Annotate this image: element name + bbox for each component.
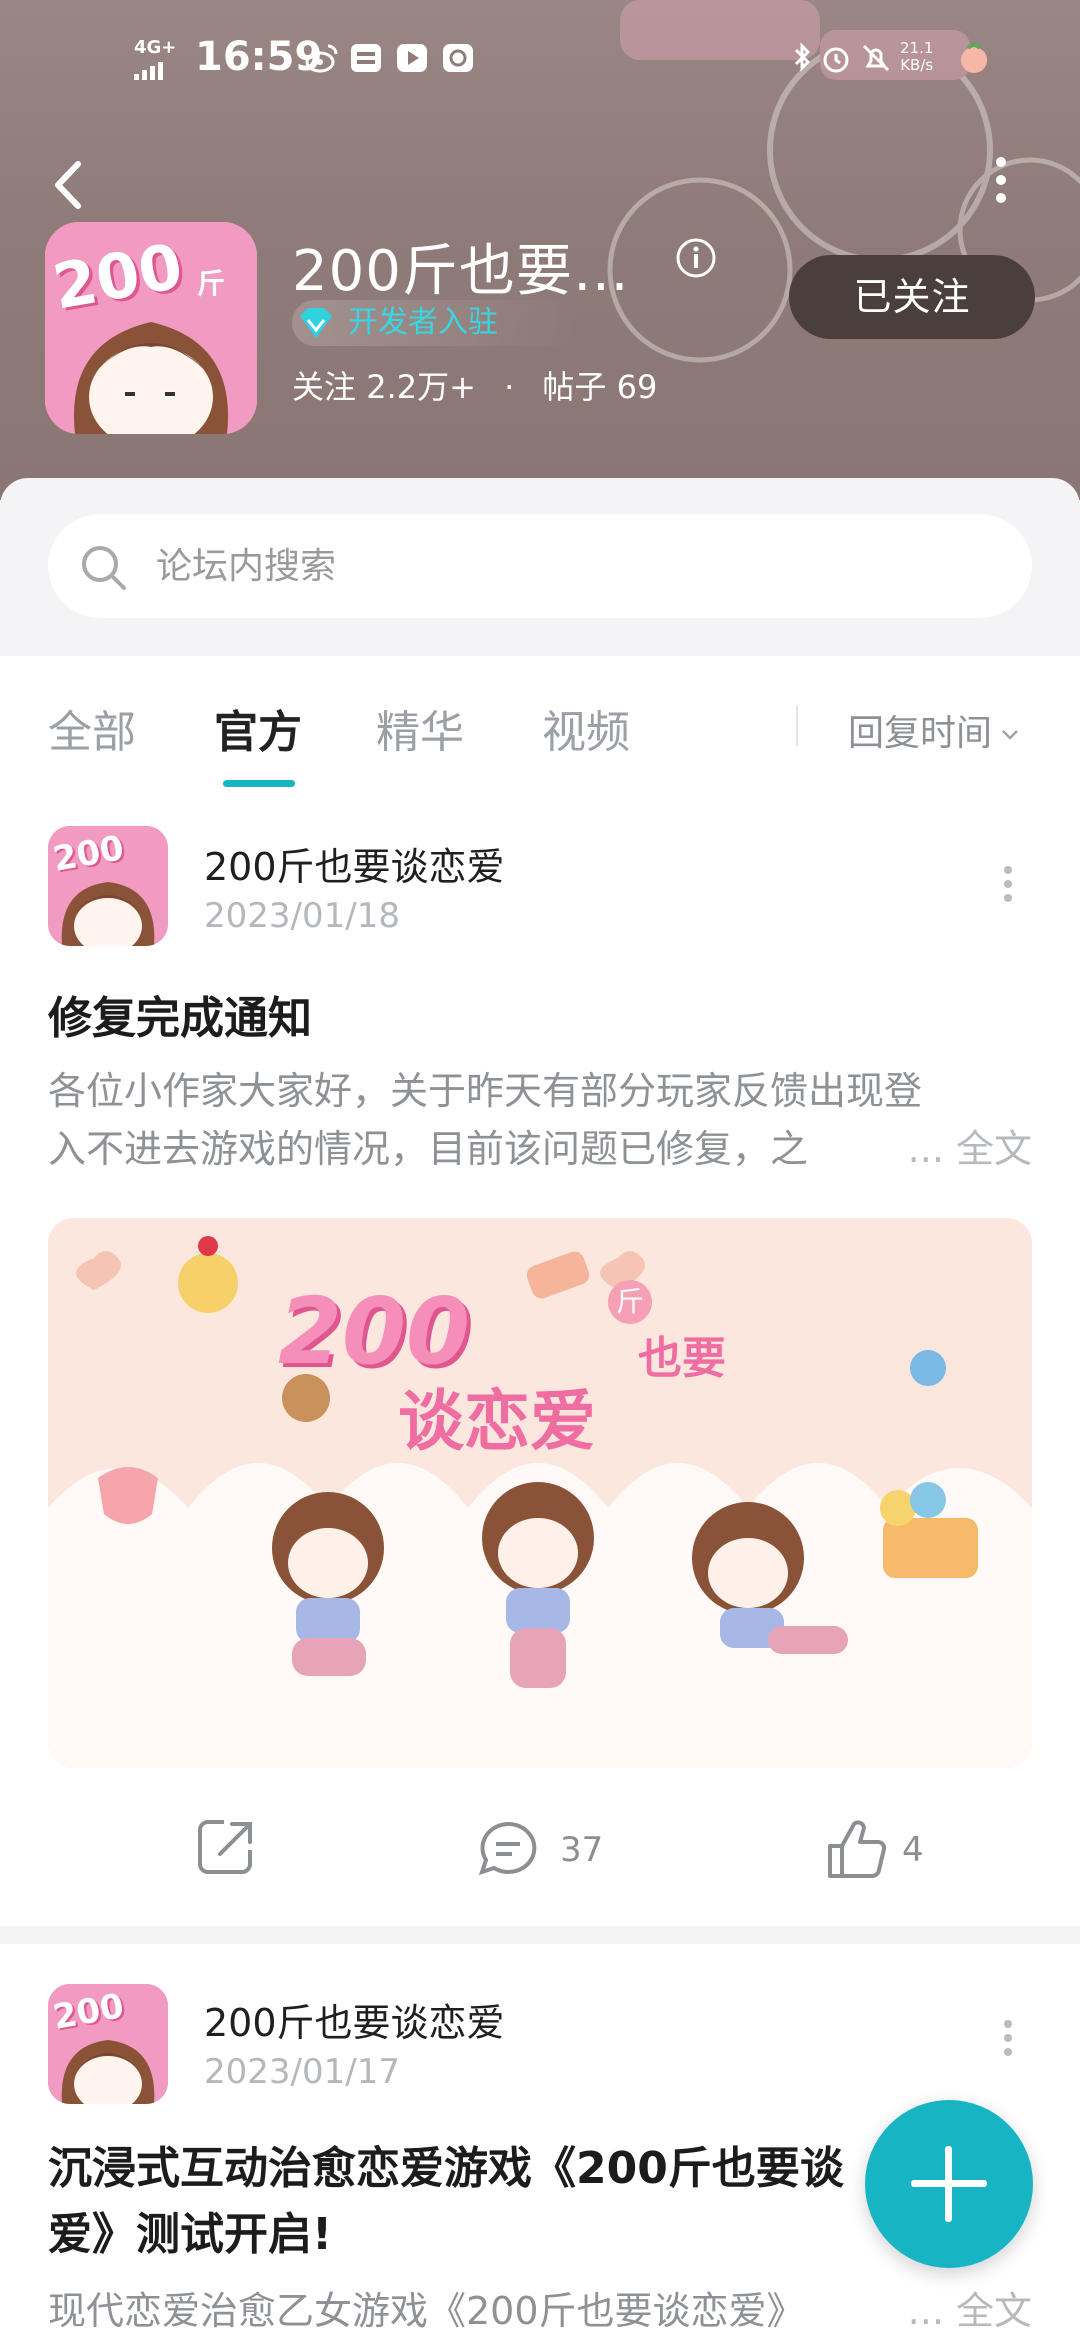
post-author[interactable]: 200斤也要谈恋爱 (204, 836, 505, 891)
search-icon (82, 546, 126, 590)
developer-badge-label: 开发者入驻 (348, 305, 498, 340)
follow-button[interactable]: 已关注 (789, 255, 1035, 339)
search-input[interactable] (156, 534, 976, 598)
news-app-icon (351, 44, 381, 72)
create-post-fab[interactable] (865, 2100, 1033, 2268)
forum-page: 4G+ 16:59 21.1 KB/s 200 斤 200斤也要… 开发者入驻 … (0, 0, 1080, 2340)
weibo-icon (305, 44, 338, 73)
followers-count: 2.2万+ (366, 368, 476, 406)
search-box[interactable] (48, 514, 1032, 618)
more-options-icon[interactable] (986, 150, 1016, 210)
post-more-icon[interactable] (998, 2010, 1018, 2070)
forum-stats: 关注 2.2万+ · 帖子 69 (292, 362, 657, 408)
banner-title-jin: 斤 (608, 1280, 652, 1324)
post-excerpt-line: 现代恋爱治愈乙女游戏《200斤也要谈恋爱》 (48, 2289, 805, 2333)
post-excerpt-line: 入不进去游戏的情况，目前该问题已修复，之 (48, 1127, 809, 1171)
comment-count: 37 (560, 1830, 604, 1870)
tabs-divider (796, 706, 798, 746)
tab-official[interactable]: 官方 (214, 696, 302, 760)
status-bar: 4G+ 16:59 21.1 KB/s (0, 28, 1080, 88)
peach-notification-icon (961, 43, 987, 73)
search-area (0, 478, 1080, 656)
post-excerpt[interactable]: 各位小作家大家好，关于昨天有部分玩家反馈出现登 入不进去游戏的情况，目前该问题已… (48, 1062, 1032, 1178)
banner-title-bottom: 谈恋爱 (398, 1383, 596, 1460)
posts-label: 帖子 (542, 368, 607, 406)
bluetooth-icon (794, 42, 811, 72)
like-button[interactable]: 4 (822, 1814, 942, 1886)
tab-featured[interactable]: 精华 (376, 696, 464, 760)
sort-dropdown[interactable]: 回复时间 (848, 704, 1020, 756)
post-excerpt-line: 各位小作家大家好，关于昨天有部分玩家反馈出现登 (48, 1069, 923, 1113)
banner-art (48, 1218, 1032, 1768)
post-banner-image[interactable]: 200 斤 也要 谈恋爱 (48, 1218, 1032, 1768)
like-count: 4 (902, 1830, 924, 1870)
tab-video[interactable]: 视频 (542, 696, 630, 760)
thumbs-up-icon (828, 1820, 887, 1879)
post-excerpt[interactable]: 现代恋爱治愈乙女游戏《200斤也要谈恋爱》 ... 全文 (48, 2282, 1032, 2340)
banner-title-ye: 也要 (638, 1333, 726, 1384)
author-avatar[interactable]: 200 (48, 826, 168, 946)
author-avatar[interactable]: 200 (48, 1984, 168, 2104)
network-speed: 21.1 KB/s (900, 39, 934, 74)
mail-app-icon (443, 44, 473, 72)
comment-icon (478, 1821, 537, 1876)
post-date: 2023/01/17 (204, 2052, 400, 2092)
followers-label: 关注 (292, 368, 357, 406)
share-icon[interactable] (190, 1814, 262, 1886)
sort-label: 回复时间 (848, 713, 993, 754)
back-arrow-icon[interactable] (44, 150, 94, 220)
post-divider (0, 1926, 1080, 1944)
diamond-icon (300, 308, 332, 338)
posts-count: 69 (616, 368, 658, 406)
post-date: 2023/01/18 (204, 896, 400, 936)
active-tab-indicator (223, 780, 295, 787)
post-title[interactable]: 修复完成通知 (48, 986, 1032, 1052)
chevron-down-icon (1002, 730, 1018, 740)
forum-header: 4G+ 16:59 21.1 KB/s 200 斤 200斤也要… 开发者入驻 … (0, 0, 1080, 500)
read-full-link[interactable]: ... 全文 (899, 2282, 1032, 2340)
read-full-link[interactable]: ... 全文 (899, 1120, 1032, 1178)
forum-app-icon: 200 斤 (45, 222, 257, 434)
network-indicator: 4G+ (134, 37, 177, 58)
tab-all[interactable]: 全部 (48, 696, 136, 760)
forum-title: 200斤也要… (292, 239, 630, 304)
post-more-icon[interactable] (998, 856, 1018, 916)
developer-badge[interactable]: 开发者入驻 (292, 300, 578, 346)
post-actions: 37 4 (0, 1800, 1080, 1900)
comment-button[interactable]: 37 (474, 1814, 614, 1886)
app-icon-subtext: 斤 (197, 267, 226, 300)
stats-separator: · (504, 368, 515, 406)
filter-tabs: 全部 官方 精华 视频 回复时间 (0, 656, 1080, 796)
post-author[interactable]: 200斤也要谈恋爱 (204, 1992, 505, 2047)
alarm-icon (823, 47, 849, 73)
mute-icon (862, 44, 890, 72)
info-icon[interactable] (674, 236, 718, 280)
signal-icon (134, 62, 163, 80)
video-app-icon (397, 44, 427, 72)
